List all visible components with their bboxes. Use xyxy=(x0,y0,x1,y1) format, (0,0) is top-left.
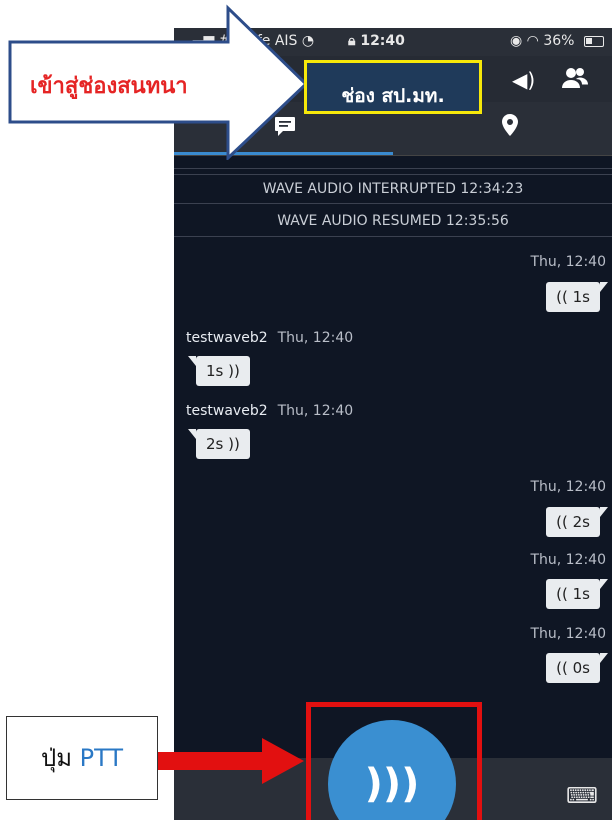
ptt-highlight-frame xyxy=(306,702,482,820)
message-timestamp: Thu, 12:40 xyxy=(277,403,354,419)
message-header: testwaveb2 Thu, 12:40 xyxy=(186,330,353,346)
callout-text: เข้าสู่ช่องสนทนา xyxy=(30,74,188,99)
keyboard-icon[interactable]: ⌨ xyxy=(566,784,598,809)
ptt-label: ปุ่ม PTT xyxy=(6,716,158,800)
system-message: WAVE AUDIO INTERRUPTED 12:34:23 xyxy=(174,174,612,204)
ptt-arrow xyxy=(158,738,304,784)
message-header: testwaveb2 Thu, 12:40 xyxy=(186,403,353,419)
voice-message-bubble[interactable]: 2s )) xyxy=(188,429,250,459)
message-timestamp: Thu, 12:40 xyxy=(530,254,606,270)
sender-name: testwaveb2 xyxy=(186,330,268,346)
voice-message-bubble[interactable]: (( 1s xyxy=(546,579,608,609)
system-message: WAVE AUDIO RESUMED 12:35:56 xyxy=(174,207,612,237)
ptt-label-word: PTT xyxy=(79,744,124,772)
voice-message-bubble[interactable]: (( 0s xyxy=(546,653,608,683)
message-timestamp: Thu, 12:40 xyxy=(530,552,606,568)
message-timestamp: Thu, 12:40 xyxy=(277,330,354,346)
voice-message-bubble[interactable]: (( 1s xyxy=(546,282,608,312)
voice-message-bubble[interactable]: 1s )) xyxy=(188,356,250,386)
voice-message-bubble[interactable]: (( 2s xyxy=(546,507,608,537)
ptt-label-prefix: ปุ่ม xyxy=(40,744,73,772)
channel-name[interactable]: ช่อง สป.มท. xyxy=(304,60,482,114)
sender-name: testwaveb2 xyxy=(186,403,268,419)
message-timestamp: Thu, 12:40 xyxy=(530,626,606,642)
message-timestamp: Thu, 12:40 xyxy=(530,479,606,495)
